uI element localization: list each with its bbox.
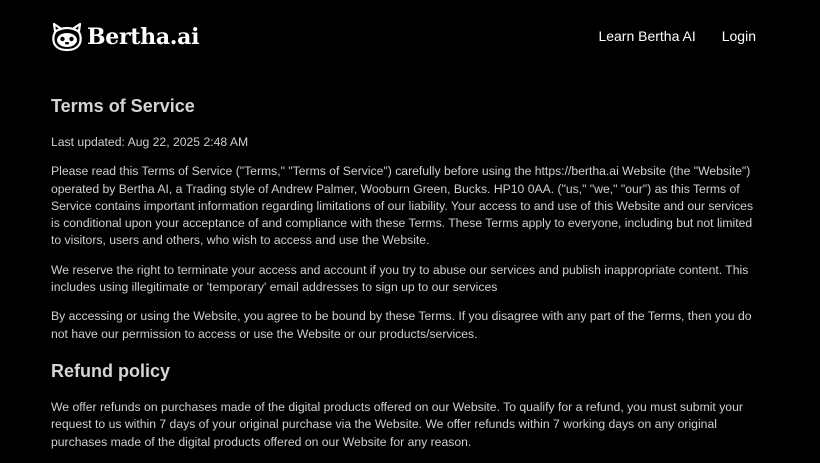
- brand-name: Bertha.ai: [87, 24, 200, 50]
- terms-paragraph-intro: Please read this Terms of Service ("Term…: [51, 164, 754, 248]
- brand-logo[interactable]: Bertha.ai: [51, 22, 199, 52]
- refund-policy-paragraph: We offer refunds on purchases made of th…: [51, 399, 743, 449]
- last-updated: Last updated: Aug 22, 2025 2:48 AM: [51, 135, 249, 149]
- terms-content: Terms of Service Last updated: Aug 22, 2…: [51, 94, 763, 463]
- bertha-robot-logo-icon: [52, 22, 82, 52]
- site-header: Bertha.ai Learn Bertha AI Login: [0, 0, 820, 72]
- terms-paragraph-agreement: By accessing or using the Website, you a…: [51, 309, 752, 341]
- page-title: Terms of Service: [51, 96, 195, 116]
- refund-policy-heading: Refund policy: [51, 360, 171, 381]
- terms-paragraph-termination: We reserve the right to terminate your a…: [51, 262, 749, 295]
- top-nav: Learn Bertha AI Login: [598, 27, 756, 45]
- nav-login[interactable]: Login: [722, 27, 756, 45]
- nav-learn-bertha-ai[interactable]: Learn Bertha AI: [598, 27, 695, 45]
